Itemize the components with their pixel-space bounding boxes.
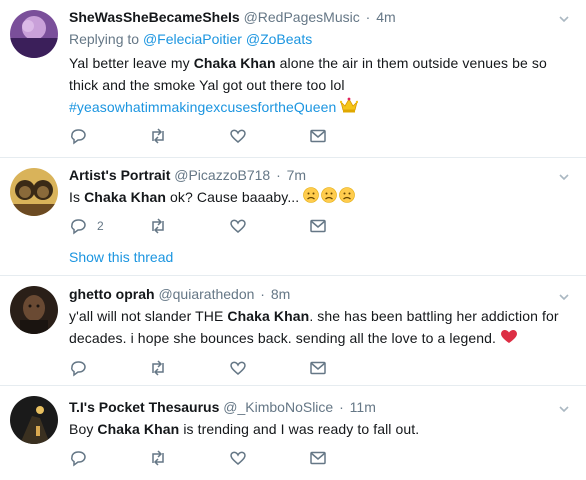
handle[interactable]: @quiarathedon <box>158 286 254 302</box>
red-heart-emoji-icon <box>500 328 518 350</box>
text-segment: y'all will not slander THE <box>69 308 228 324</box>
tweet-header: Artist's Portrait @PicazzoB718 · 7m <box>69 166 566 184</box>
retweet-button[interactable] <box>149 448 229 468</box>
envelope-icon <box>310 451 326 465</box>
avatar[interactable] <box>10 396 58 444</box>
show-thread-link[interactable]: Show this thread <box>69 249 173 265</box>
tweet-actions <box>69 448 389 468</box>
tweet-actions: 2 <box>69 216 389 236</box>
hashtag-link[interactable]: #yeasowhatimmakingexcusesfortheQueen <box>69 99 336 115</box>
mention-link[interactable]: @ZoBeats <box>246 31 312 47</box>
retweet-icon <box>152 360 164 376</box>
tweet-actions <box>69 358 389 378</box>
tweet-header: T.I's Pocket Thesaurus @_KimboNoSlice · … <box>69 398 566 416</box>
reply-count: 2 <box>97 219 104 233</box>
like-button[interactable] <box>229 448 309 468</box>
sad-face-emoji-icon <box>303 186 356 210</box>
tweet[interactable]: ghetto oprah @quiarathedon · 8m y'all wi… <box>0 276 586 386</box>
direct-message-button[interactable] <box>309 358 389 378</box>
reply-icon <box>71 219 86 235</box>
like-button[interactable] <box>229 358 309 378</box>
envelope-icon <box>310 219 326 233</box>
tweet-text: y'all will not slander THE Chaka Khan. s… <box>69 305 566 350</box>
retweet-button[interactable] <box>149 126 229 146</box>
separator-dot: · <box>276 167 281 183</box>
avatar[interactable] <box>10 168 58 216</box>
envelope-icon <box>310 129 326 143</box>
reply-icon <box>71 451 86 467</box>
more-options-chevron-icon[interactable] <box>558 290 572 304</box>
retweet-icon <box>152 218 164 234</box>
display-name[interactable]: T.I's Pocket Thesaurus <box>69 399 219 415</box>
tweet-text: Boy Chaka Khan is trending and I was rea… <box>69 418 566 440</box>
display-name[interactable]: SheWasSheBecameSheIs <box>69 9 240 25</box>
handle[interactable]: @RedPagesMusic <box>244 9 360 25</box>
tweet[interactable]: Artist's Portrait @PicazzoB718 · 7m Is C… <box>0 158 586 276</box>
tweet-actions <box>69 126 389 146</box>
text-segment: ok? Cause baaaby... <box>166 189 304 205</box>
avatar[interactable] <box>10 286 58 334</box>
text-segment: is trending and I was ready to fall out. <box>179 421 420 437</box>
reply-icon <box>71 129 86 145</box>
reply-button[interactable] <box>69 126 149 146</box>
avatar[interactable] <box>10 10 58 58</box>
display-name[interactable]: ghetto oprah <box>69 286 155 302</box>
keyword-highlight: Chaka Khan <box>84 189 167 205</box>
direct-message-button[interactable] <box>309 216 389 236</box>
more-options-chevron-icon[interactable] <box>558 12 572 26</box>
keyword-highlight: Chaka Khan <box>227 308 310 324</box>
keyword-highlight: Chaka Khan <box>193 55 276 71</box>
mention-link[interactable]: @FeleciaPoitier <box>143 31 242 47</box>
crown-emoji-icon <box>340 97 359 119</box>
retweet-icon <box>152 450 164 466</box>
display-name[interactable]: Artist's Portrait <box>69 167 170 183</box>
heart-icon <box>230 129 246 143</box>
reply-button[interactable] <box>69 358 149 378</box>
heart-icon <box>230 361 246 375</box>
more-options-chevron-icon[interactable] <box>558 170 572 184</box>
handle[interactable]: @_KimboNoSlice <box>223 399 333 415</box>
text-segment: Is <box>69 189 85 205</box>
keyword-highlight: Chaka Khan <box>97 421 180 437</box>
more-options-chevron-icon[interactable] <box>558 402 572 416</box>
like-button[interactable] <box>229 216 309 236</box>
separator-dot: · <box>339 399 344 415</box>
timestamp[interactable]: 8m <box>271 286 290 302</box>
reply-icon <box>71 361 86 377</box>
heart-icon <box>230 451 246 465</box>
retweet-button[interactable] <box>149 216 229 236</box>
reply-button[interactable]: 2 <box>69 216 149 236</box>
handle[interactable]: @PicazzoB718 <box>174 167 270 183</box>
tweet-header: SheWasSheBecameSheIs @RedPagesMusic · 4m <box>69 8 566 26</box>
tweet[interactable]: T.I's Pocket Thesaurus @_KimboNoSlice · … <box>0 386 586 480</box>
timestamp[interactable]: 4m <box>376 9 395 25</box>
like-button[interactable] <box>229 126 309 146</box>
replying-to: Replying to @FeleciaPoitier @ZoBeats <box>69 30 566 48</box>
tweet-text: Yal better leave my Chaka Khan alone the… <box>69 52 566 119</box>
separator-dot: · <box>365 9 371 25</box>
text-segment: Yal better leave my <box>69 55 194 71</box>
separator-dot: · <box>260 286 265 302</box>
direct-message-button[interactable] <box>309 126 389 146</box>
direct-message-button[interactable] <box>309 448 389 468</box>
heart-icon <box>230 219 246 233</box>
text-segment: Boy <box>69 421 98 437</box>
retweet-button[interactable] <box>149 358 229 378</box>
reply-button[interactable] <box>69 448 149 468</box>
timestamp[interactable]: 7m <box>287 167 306 183</box>
tweet[interactable]: SheWasSheBecameSheIs @RedPagesMusic · 4m… <box>0 0 586 158</box>
tweet-text: Is Chaka Khan ok? Cause baaaby... <box>69 186 566 210</box>
envelope-icon <box>310 361 326 375</box>
retweet-icon <box>152 128 164 144</box>
replying-label: Replying to <box>69 31 140 47</box>
timestamp[interactable]: 11m <box>350 399 376 415</box>
tweet-feed: SheWasSheBecameSheIs @RedPagesMusic · 4m… <box>0 0 586 480</box>
tweet-header: ghetto oprah @quiarathedon · 8m <box>69 285 566 303</box>
